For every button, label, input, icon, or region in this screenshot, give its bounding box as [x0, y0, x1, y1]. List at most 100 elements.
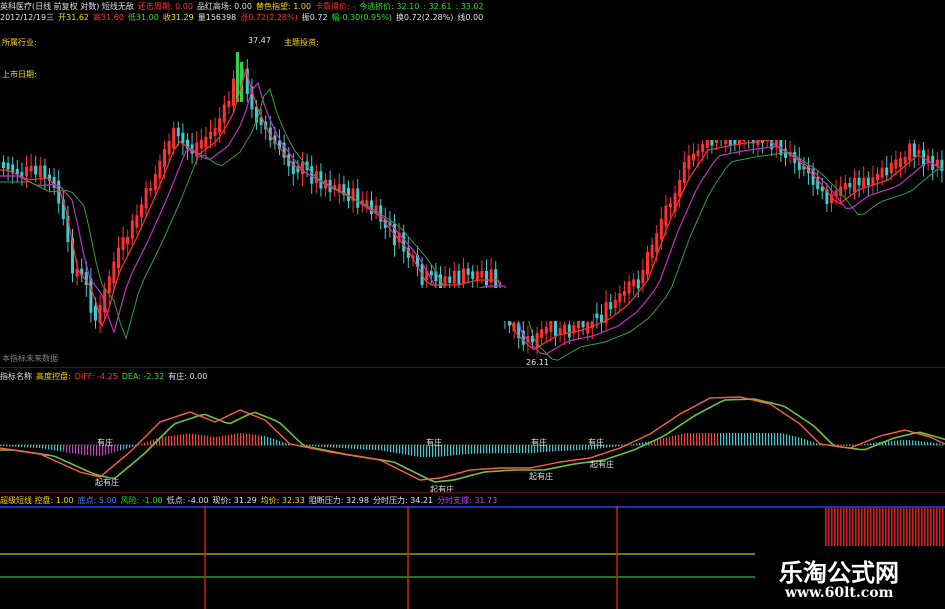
candle — [544, 326, 548, 334]
histogram-bar — [942, 444, 944, 445]
histogram-bar — [114, 445, 116, 453]
info-field: 幅-0.30(0.95%) — [331, 13, 392, 22]
candle — [15, 168, 19, 175]
histogram-bar — [201, 434, 203, 445]
signal-bar — [903, 508, 905, 546]
mask-region — [534, 22, 945, 140]
histogram-bar — [573, 445, 575, 451]
candle — [618, 293, 622, 303]
histogram-bar — [666, 437, 668, 445]
info-field: 有庄: 0.00 — [168, 372, 208, 381]
histogram-bar — [267, 436, 269, 445]
signal-bar — [879, 508, 881, 546]
candle — [356, 188, 360, 208]
signal-bar — [831, 508, 833, 546]
signal-bar — [888, 508, 890, 546]
histogram-bar — [729, 433, 731, 445]
histogram-bar — [903, 439, 905, 445]
candle — [172, 127, 176, 149]
signal-bar — [825, 508, 827, 546]
candle — [912, 143, 916, 157]
histogram-bar — [246, 433, 248, 445]
candle — [876, 173, 879, 181]
separator — [0, 367, 945, 368]
info-field: 量156398 — [197, 13, 237, 22]
histogram-bar — [783, 433, 785, 445]
signal-bar — [924, 508, 926, 546]
histogram-bar — [726, 433, 728, 445]
histogram-bar — [738, 433, 740, 445]
indicator1-chart[interactable] — [0, 382, 945, 492]
histogram-bar — [129, 445, 131, 448]
histogram-bar — [699, 433, 701, 445]
tag-youzhuang: 有庄 — [588, 438, 604, 447]
histogram-bar — [348, 445, 350, 449]
histogram-bar — [336, 445, 338, 448]
signal-bar — [891, 508, 893, 546]
histogram-bar — [900, 440, 902, 445]
tag-youzhuang: 有庄 — [97, 438, 113, 447]
histogram-bar — [342, 445, 344, 449]
histogram-bar — [681, 433, 683, 445]
indicator2-header: 超级短线 控盘: 1.00 底点: 5.00 风险: -1.00 低点: -4.00 现… — [0, 495, 501, 506]
info-field: DEA: -2.32 — [121, 372, 165, 381]
histogram-bar — [399, 445, 401, 454]
histogram-bar — [549, 445, 551, 452]
histogram-bar — [741, 433, 743, 445]
histogram-bar — [54, 445, 56, 451]
histogram-bar — [465, 445, 467, 455]
info-field: 高31.60 — [93, 13, 124, 22]
candle — [135, 215, 139, 228]
histogram-bar — [360, 445, 362, 450]
candle — [402, 232, 406, 252]
histogram-bar — [72, 445, 74, 454]
histogram-bar — [402, 445, 404, 455]
histogram-bar — [804, 439, 806, 445]
histogram-bar — [408, 445, 410, 456]
histogram-bar — [423, 445, 425, 457]
signal-bar — [885, 508, 887, 546]
histogram-bar — [777, 433, 779, 445]
candle — [107, 276, 111, 294]
histogram-bar — [501, 445, 503, 454]
histogram-bar — [939, 443, 941, 445]
histogram-bar — [339, 445, 341, 448]
candle — [549, 320, 553, 332]
histogram-bar — [405, 445, 407, 455]
histogram-bar — [225, 435, 227, 445]
histogram-bar — [48, 445, 50, 450]
chart-footer-note: 本指标未来数据 — [2, 354, 58, 363]
histogram-bar — [480, 445, 482, 454]
candle — [595, 313, 599, 319]
info-field: 换0.72(2.28%) — [395, 13, 454, 22]
watermark-url: www.60lt.com — [785, 585, 894, 601]
histogram-bar — [789, 435, 791, 445]
histogram-bar — [807, 440, 809, 445]
candle — [535, 332, 539, 349]
candle — [669, 203, 672, 208]
histogram-bar — [606, 445, 608, 448]
candle — [2, 162, 5, 169]
histogram-bar — [144, 442, 146, 445]
signal-bar — [915, 508, 917, 546]
signal-bar — [837, 508, 839, 546]
histogram-bar — [756, 433, 758, 445]
candle — [664, 205, 668, 226]
histogram-bar — [585, 445, 587, 450]
histogram-bar — [327, 445, 329, 448]
candle — [623, 291, 626, 296]
histogram-bar — [816, 443, 818, 445]
tag-qiyouzhuang: 起有庄 — [529, 472, 553, 481]
histogram-bar — [21, 445, 23, 448]
info-field: 现价: 31.29 — [212, 496, 257, 505]
histogram-bar — [117, 445, 119, 452]
info-field: 低点: -4.00 — [166, 496, 209, 505]
signal-bar — [918, 508, 920, 546]
candle — [25, 166, 28, 177]
candlestick-chart[interactable] — [0, 22, 945, 367]
histogram-bar — [210, 436, 212, 445]
histogram-bar — [615, 445, 617, 447]
signal-bar — [861, 508, 863, 546]
histogram-bar — [393, 445, 395, 453]
histogram-bar — [411, 445, 413, 456]
